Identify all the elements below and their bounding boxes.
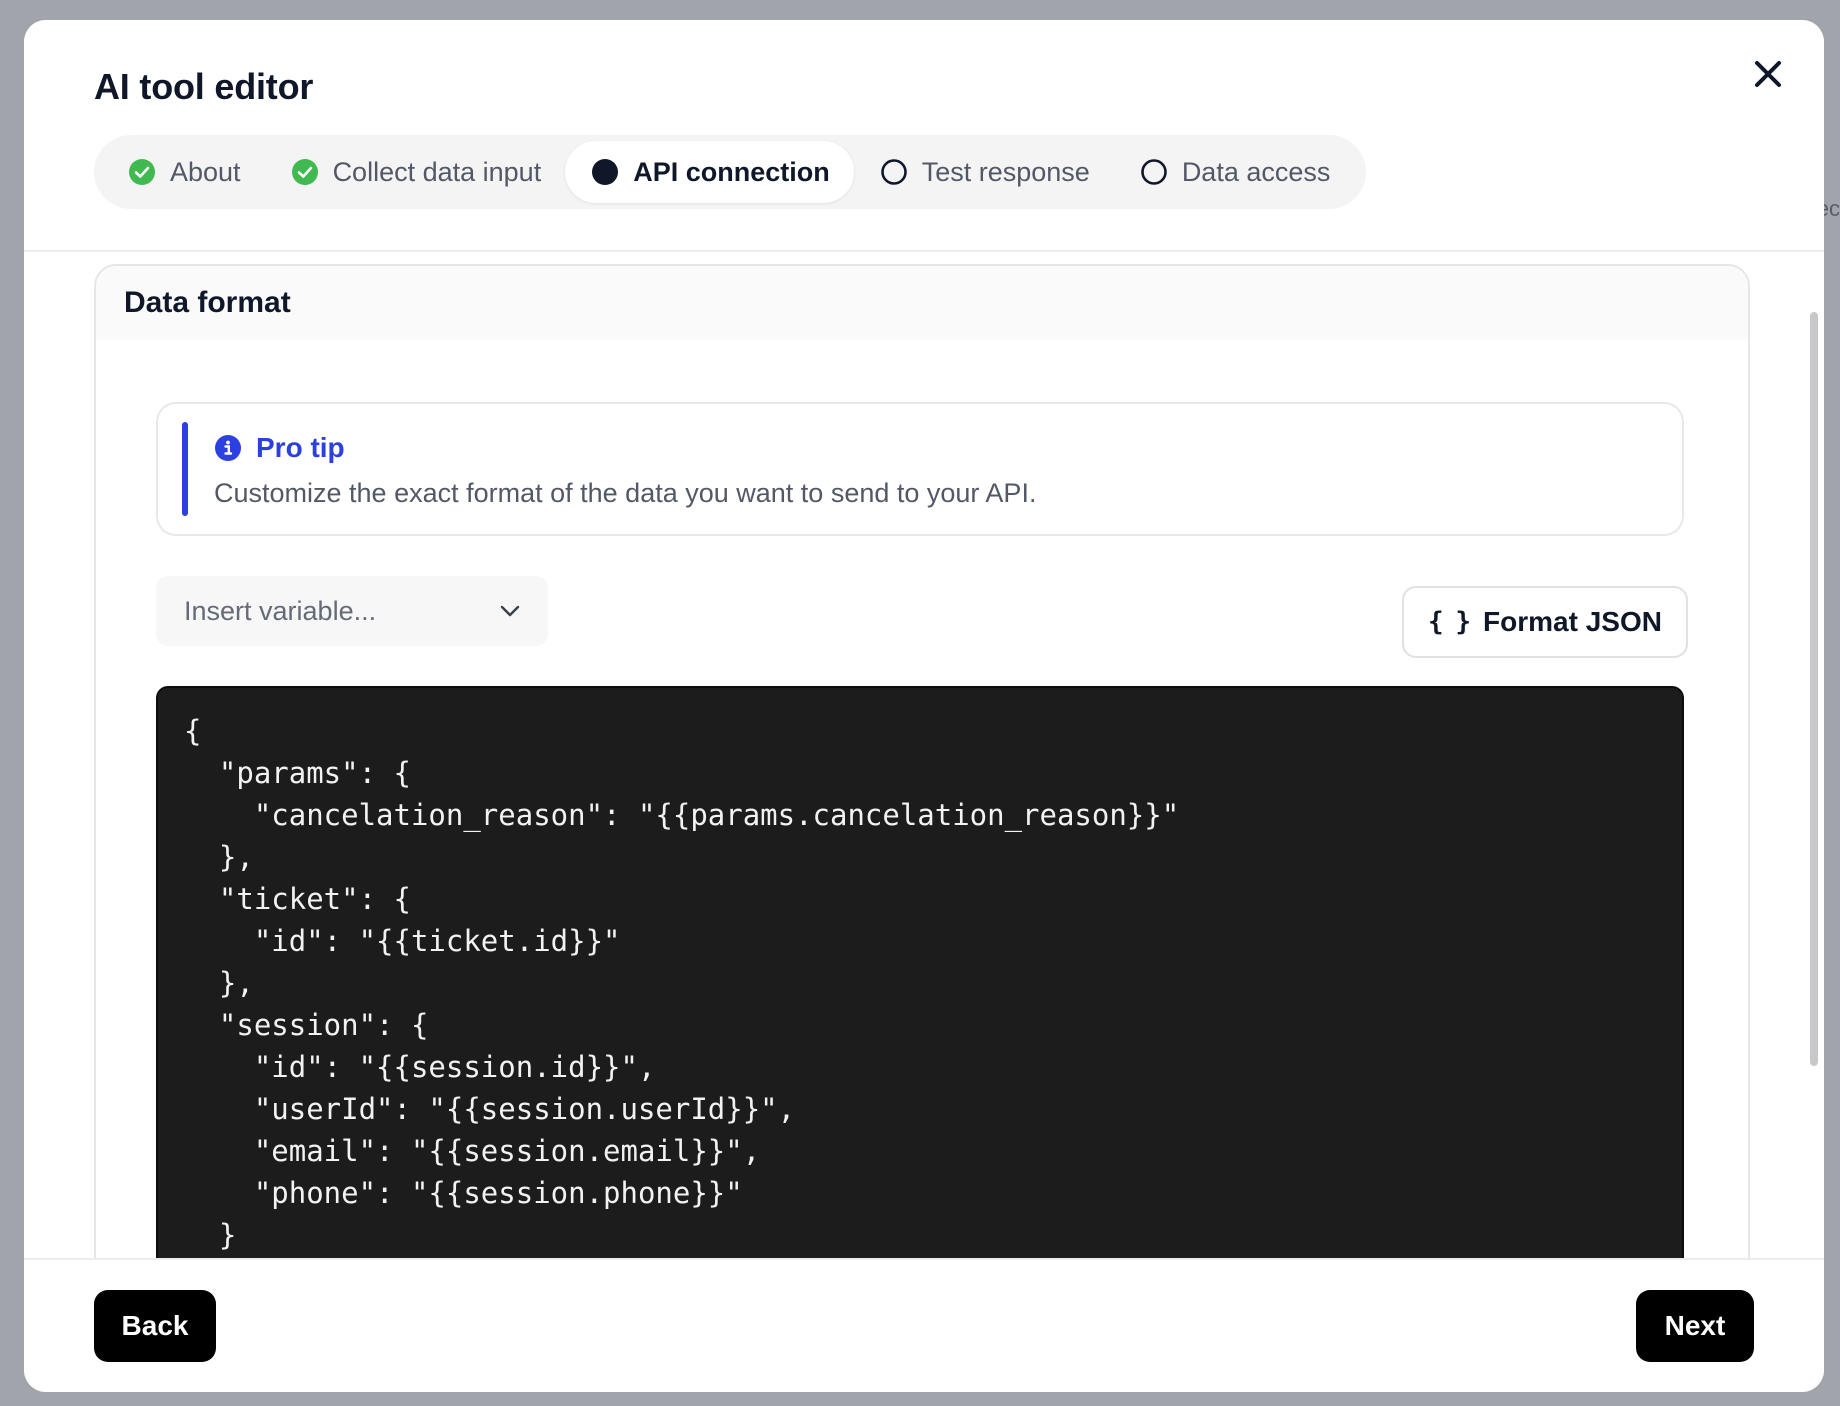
modal-title: AI tool editor [94, 66, 314, 107]
step-label: Collect data input [332, 156, 542, 187]
section-title: Data format [124, 286, 291, 319]
braces-icon: { } [1428, 607, 1471, 637]
filled-circle-icon [592, 159, 619, 185]
empty-circle-icon [1141, 159, 1167, 185]
pro-tip-callout: Pro tip Customize the exact format of th… [156, 402, 1684, 536]
step-collect-data-input[interactable]: Collect data input [265, 141, 566, 203]
step-api-connection[interactable]: API connection [565, 141, 854, 203]
modal-header: AI tool editor About Collect data input [24, 20, 1824, 252]
close-icon [1755, 61, 1781, 87]
scrollbar[interactable] [1810, 312, 1818, 1066]
check-circle-icon [129, 159, 155, 185]
step-label: API connection [633, 156, 830, 187]
tip-accent-bar [182, 422, 188, 516]
json-code-editor[interactable]: { "params": { "cancelation_reason": "{{p… [156, 686, 1684, 1258]
format-json-label: Format JSON [1483, 606, 1662, 637]
close-button[interactable] [1742, 48, 1794, 100]
insert-variable-placeholder: Insert variable... [184, 595, 377, 626]
tip-text: Customize the exact format of the data y… [214, 478, 1037, 508]
modal-body[interactable]: Data format Pro tip Customize the exact … [24, 252, 1824, 1258]
check-circle-icon [291, 159, 318, 185]
step-label: About [170, 156, 241, 187]
tip-title: Pro tip [256, 432, 345, 463]
back-button[interactable]: Back [94, 1290, 216, 1362]
step-label: Data access [1181, 156, 1331, 187]
insert-variable-dropdown[interactable]: Insert variable... [156, 576, 548, 646]
code-content: { "params": { "cancelation_reason": "{{p… [184, 714, 1180, 1252]
empty-circle-icon [880, 159, 907, 185]
format-json-button[interactable]: { } Format JSON [1402, 586, 1688, 658]
chevron-down-icon [500, 605, 520, 617]
data-format-card: Data format Pro tip Customize the exact … [94, 264, 1750, 1258]
info-icon [215, 435, 241, 461]
step-data-access[interactable]: Data access [1114, 141, 1355, 203]
step-about[interactable]: About [102, 141, 265, 203]
step-navigation: About Collect data input API connection [94, 135, 1366, 209]
step-label: Test response [921, 156, 1090, 187]
ai-tool-editor-modal: AI tool editor About Collect data input [24, 20, 1824, 1392]
step-test-response[interactable]: Test response [854, 141, 1114, 203]
tip-heading: Pro tip [214, 432, 345, 464]
card-header: Data format [96, 266, 1748, 340]
modal-footer: Back Next [24, 1258, 1824, 1392]
next-button[interactable]: Next [1636, 1290, 1754, 1362]
